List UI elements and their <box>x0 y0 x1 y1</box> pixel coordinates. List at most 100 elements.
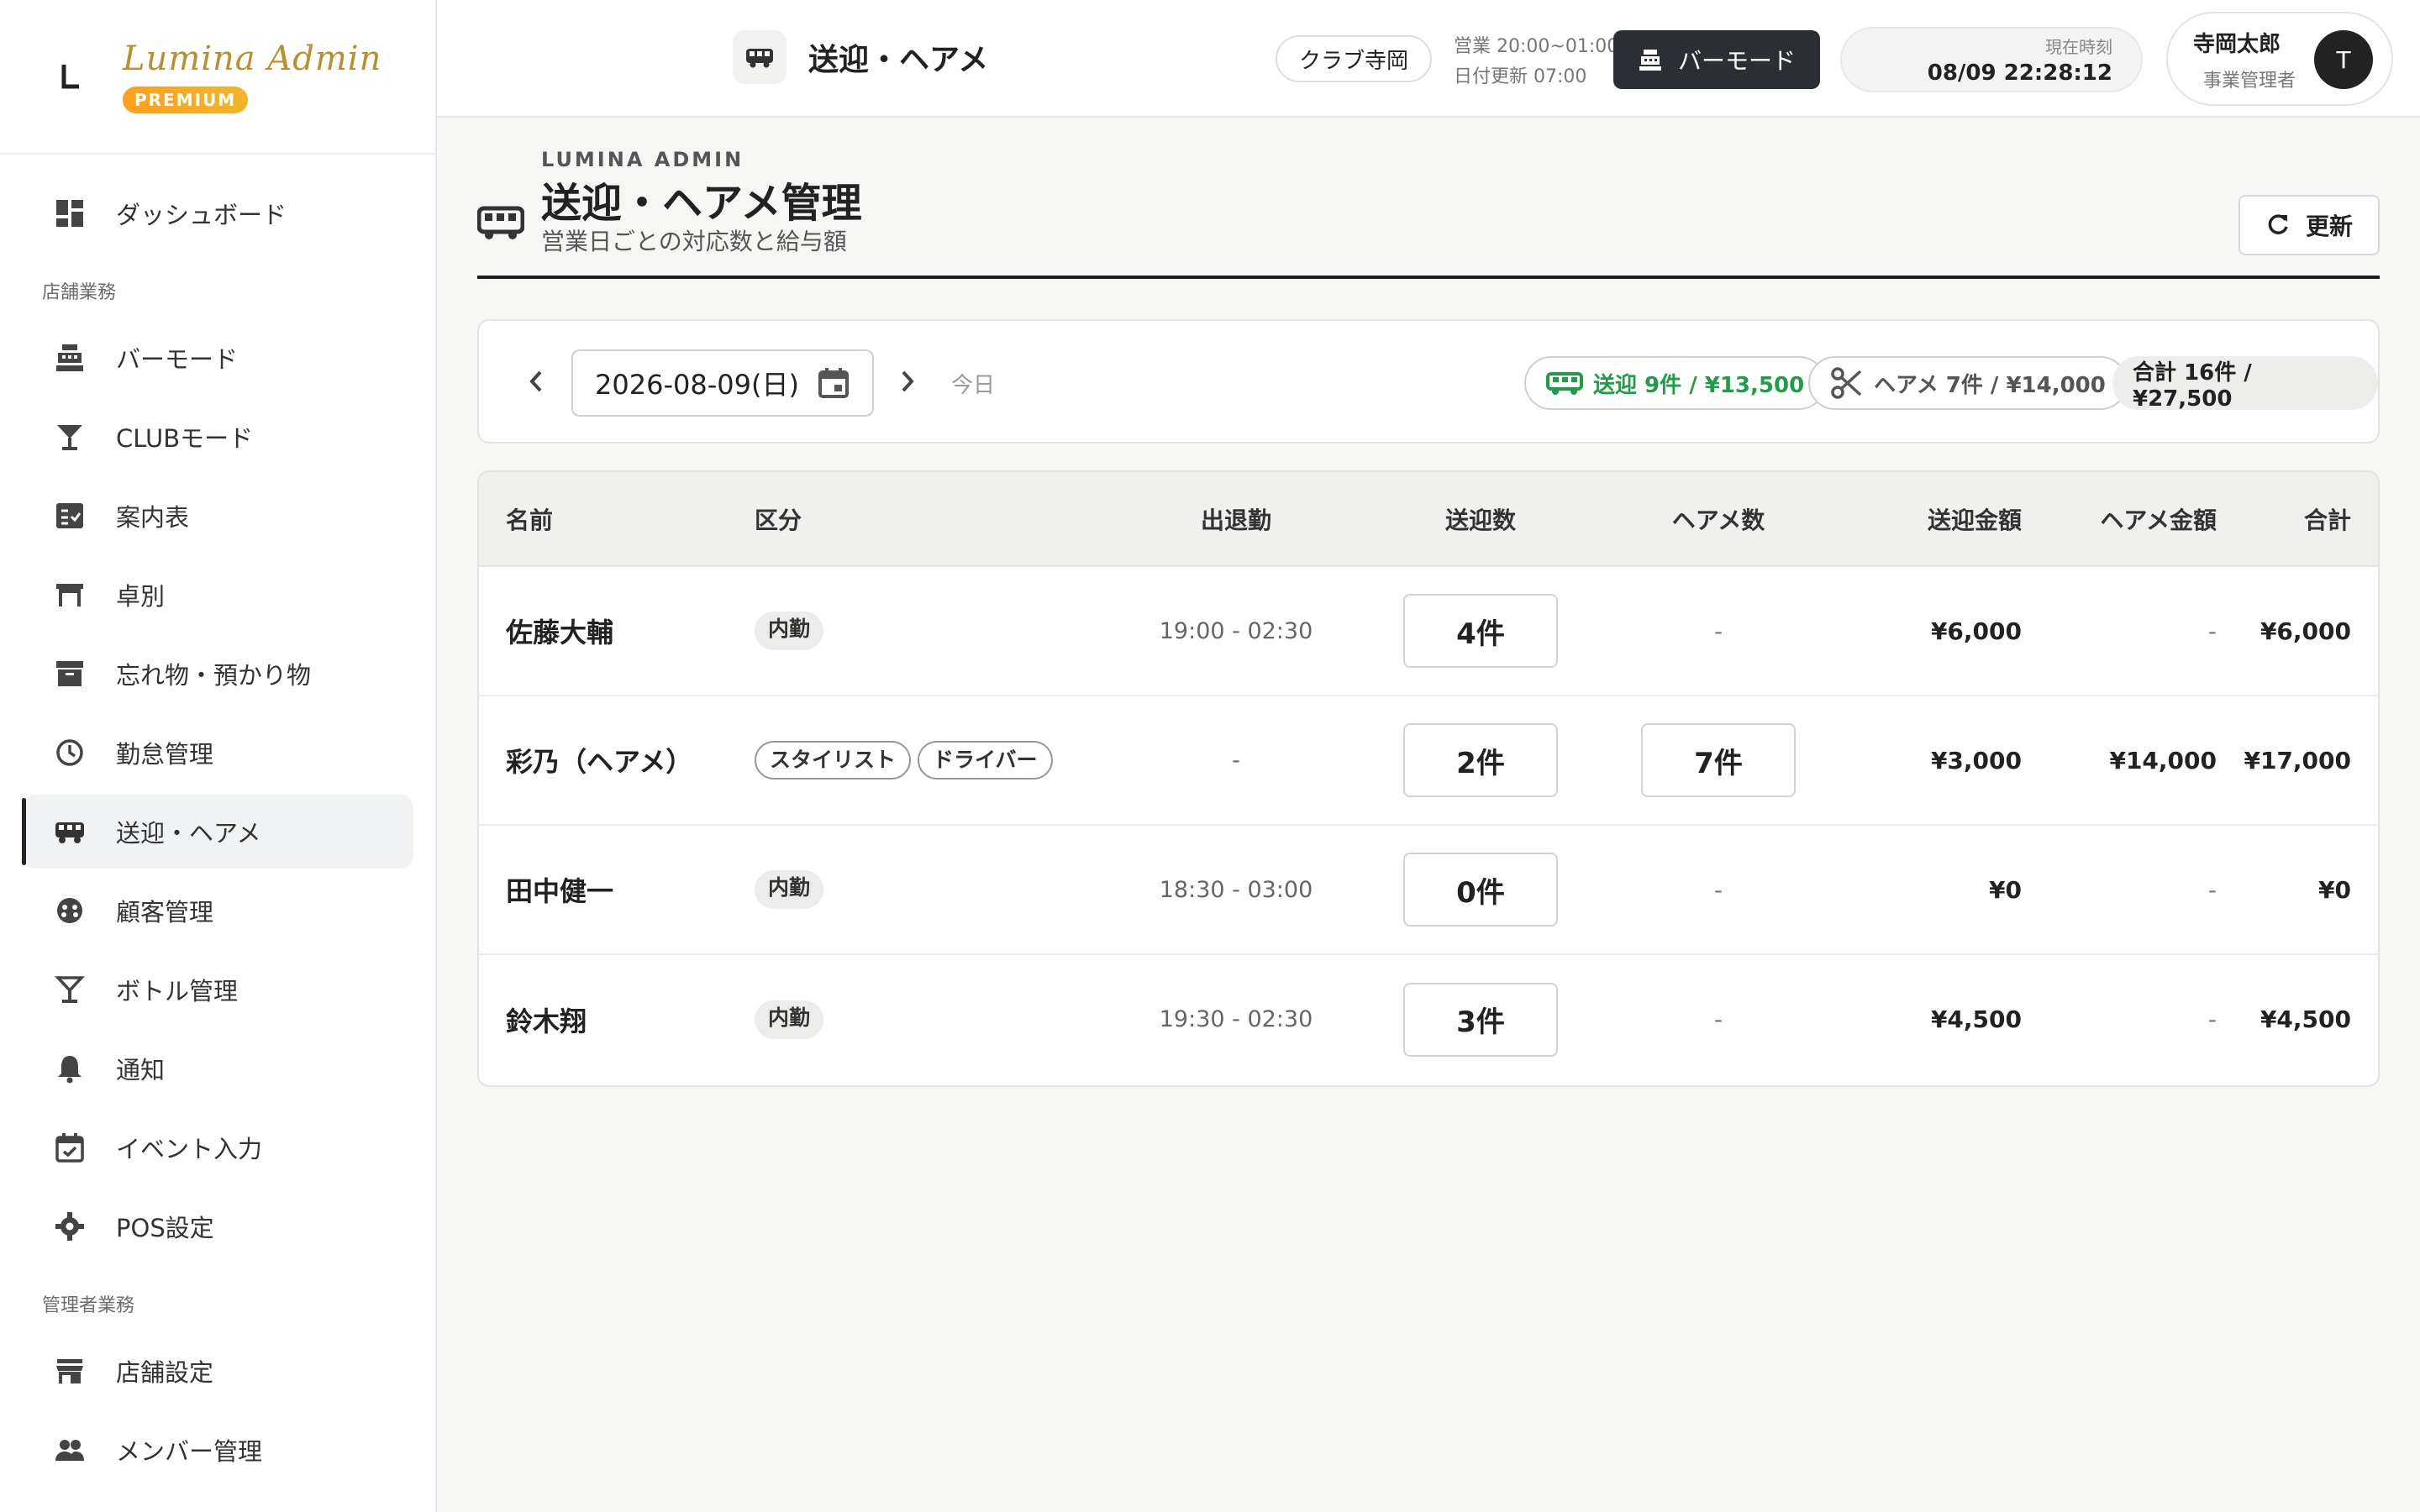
sidebar-item-label: POS設定 <box>116 1214 214 1242</box>
page-eyebrow: LUMINA ADMIN <box>541 148 744 171</box>
row-total: ¥6,000 <box>2260 617 2351 645</box>
sidebar-item-table[interactable]: 卓別 <box>22 558 413 632</box>
sidebar-item-label: 勤怠管理 <box>116 740 214 769</box>
gear-icon <box>55 1212 84 1241</box>
bus-icon <box>1546 372 1583 395</box>
role-tag: スタイリスト <box>755 741 912 780</box>
calendar-icon[interactable] <box>817 366 850 400</box>
prev-day-button[interactable] <box>519 365 553 398</box>
sidebar-item-archive[interactable]: 忘れ物・預かり物 <box>22 637 413 711</box>
header-pickup-amount: 送迎金額 <box>1840 472 2022 567</box>
page-header: LUMINA ADMIN 送迎・ヘアメ管理 営業日ごとの対応数と給与額 更新 <box>477 143 2380 279</box>
refresh-button[interactable]: 更新 <box>2238 195 2380 255</box>
nav-section-label: 店舗業務 <box>42 282 117 303</box>
row-total: ¥4,500 <box>2260 1005 2351 1033</box>
sidebar: Lumina Admin PREMIUM ダッシュボード店舗業務バーモード CLU… <box>0 0 437 1512</box>
current-time: 現在時刻 08/09 22:28:12 <box>1840 27 2143 92</box>
bell-icon <box>58 1056 82 1084</box>
today-link[interactable]: 今日 <box>951 368 995 399</box>
club-selector[interactable]: クラブ寺岡 <box>1276 35 1433 82</box>
header-category: 区分 <box>755 472 1107 567</box>
pickup-count-box[interactable]: 0件 <box>1403 853 1558 927</box>
row-total: ¥0 <box>2318 875 2351 904</box>
sidebar-item-calendar[interactable]: シフト管理 <box>22 1492 413 1512</box>
bus-icon <box>55 822 84 843</box>
table-row: 佐藤大輔 内勤 19:00 - 02:30 4件 - ¥6,000 - ¥6,000 <box>479 566 2378 696</box>
pickup-count-box[interactable]: 2件 <box>1403 723 1558 797</box>
brand[interactable]: Lumina Admin PREMIUM <box>0 0 435 155</box>
sidebar-item-label: バーモード <box>116 345 239 374</box>
role-tag: 内勤 <box>755 612 824 650</box>
chevron-left-icon <box>529 370 542 392</box>
user-role: 事業管理者 <box>2203 71 2296 92</box>
category-cell: 内勤 <box>755 825 1107 954</box>
pickup-count-box[interactable]: 3件 <box>1403 982 1558 1057</box>
sidebar-nav: ダッシュボード店舗業務バーモード CLUBモード案内表卓別忘れ物・預かり物勤怠管理… <box>0 155 435 1512</box>
logo-icon <box>61 65 79 89</box>
sidebar-item-glass[interactable]: ボトル管理 <box>22 953 413 1026</box>
hair-count-cell: 7件 <box>1597 696 1840 825</box>
sidebar-item-cocktail[interactable]: CLUBモード <box>22 400 413 474</box>
table-row: 鈴木翔 内勤 19:30 - 02:30 3件 - ¥4,500 - ¥4,500 <box>479 954 2378 1084</box>
sidebar-item-label: ボトル管理 <box>116 977 239 1005</box>
scissors-icon <box>1831 367 1862 399</box>
user-name: 寺岡太郎 <box>2193 32 2281 57</box>
clock-icon <box>56 739 83 766</box>
user-menu[interactable]: 寺岡太郎 事業管理者 T <box>2166 12 2393 106</box>
role-tag: 内勤 <box>755 1000 824 1039</box>
staff-name: 田中健一 <box>506 875 614 907</box>
sidebar-item-bus[interactable]: 送迎・ヘアメ <box>22 795 413 869</box>
sidebar-item-label: イベント入力 <box>116 1135 263 1163</box>
sidebar-item-face[interactable]: 顧客管理 <box>22 874 413 948</box>
sidebar-item-label: CLUBモード <box>116 424 254 453</box>
role-tag: 内勤 <box>755 870 824 909</box>
pickup-amount: ¥0 <box>1989 875 2022 904</box>
attendance-time: 19:30 - 02:30 <box>1159 1006 1313 1032</box>
sidebar-item-bell[interactable]: 通知 <box>22 1032 413 1105</box>
sidebar-item-clock[interactable]: 勤怠管理 <box>22 716 413 790</box>
sidebar-item-register[interactable]: バーモード <box>22 321 413 395</box>
attendance-time: - <box>1232 747 1240 774</box>
sidebar-item-event[interactable]: イベント入力 <box>22 1110 413 1184</box>
pickup-count-cell: 4件 <box>1365 566 1597 696</box>
category-cell: スタイリスト ドライバー <box>755 696 1107 825</box>
hair-count-box[interactable]: 7件 <box>1641 723 1796 797</box>
table-row: 彩乃（ヘアメ） スタイリスト ドライバー - 2件 7件 ¥3,000 ¥14,000 ¥17,… <box>479 696 2378 825</box>
archive-icon <box>56 661 83 686</box>
hair-amount: - <box>2207 875 2217 904</box>
top-title: 送迎・ヘアメ <box>733 30 988 84</box>
top-bar: 送迎・ヘアメ クラブ寺岡 営業 20:00~01:00 日付更新 07:00 バ… <box>437 0 2420 118</box>
pickup-summary-text: 送迎 9件 / ¥13,500 <box>1593 372 1805 398</box>
pickup-amount: ¥3,000 <box>1930 746 2022 774</box>
hair-amount-cell: - <box>2022 954 2217 1084</box>
sidebar-item-label: 通知 <box>116 1056 166 1084</box>
premium-badge: PREMIUM <box>123 87 249 113</box>
hair-count: - <box>1713 1005 1723 1033</box>
sidebar-item-gear[interactable]: POS設定 <box>22 1189 413 1263</box>
hair-amount-cell: - <box>2022 566 2217 696</box>
table-icon <box>56 584 83 606</box>
sidebar-item-people[interactable]: メンバー管理 <box>22 1413 413 1487</box>
staff-name: 鈴木翔 <box>506 1005 587 1037</box>
register-icon <box>1639 50 1661 71</box>
sidebar-item-dashboard[interactable]: ダッシュボード <box>22 176 413 250</box>
sidebar-item-store[interactable]: 店舗設定 <box>22 1334 413 1408</box>
header-attendance: 出退勤 <box>1107 472 1365 567</box>
glass-icon <box>54 976 86 1003</box>
sidebar-item-label: 卓別 <box>116 582 166 611</box>
table-header-row: 名前 区分 出退勤 送迎数 ヘアメ数 送迎金額 ヘアメ金額 合計 <box>479 472 2378 567</box>
total-summary-chip: 合計 16件 / ¥27,500 <box>2112 356 2378 412</box>
hair-amount-cell: - <box>2022 825 2217 954</box>
avatar: T <box>2314 30 2373 89</box>
pickup-count-box[interactable]: 4件 <box>1403 594 1558 668</box>
next-day-button[interactable] <box>891 365 924 398</box>
header-pickup-count: 送迎数 <box>1365 472 1597 567</box>
pickup-summary-chip: 送迎 9件 / ¥13,500 <box>1524 356 1827 410</box>
clock-caption: 現在時刻 <box>2045 37 2112 57</box>
hair-amount: - <box>2207 617 2217 645</box>
sidebar-item-label: ダッシュボード <box>116 201 287 229</box>
sidebar-item-checklist[interactable]: 案内表 <box>22 479 413 553</box>
bar-mode-button[interactable]: バーモード <box>1613 30 1820 89</box>
pickup-amount: ¥4,500 <box>1930 1005 2022 1033</box>
page-title: 送迎・ヘアメ管理 <box>541 180 862 227</box>
